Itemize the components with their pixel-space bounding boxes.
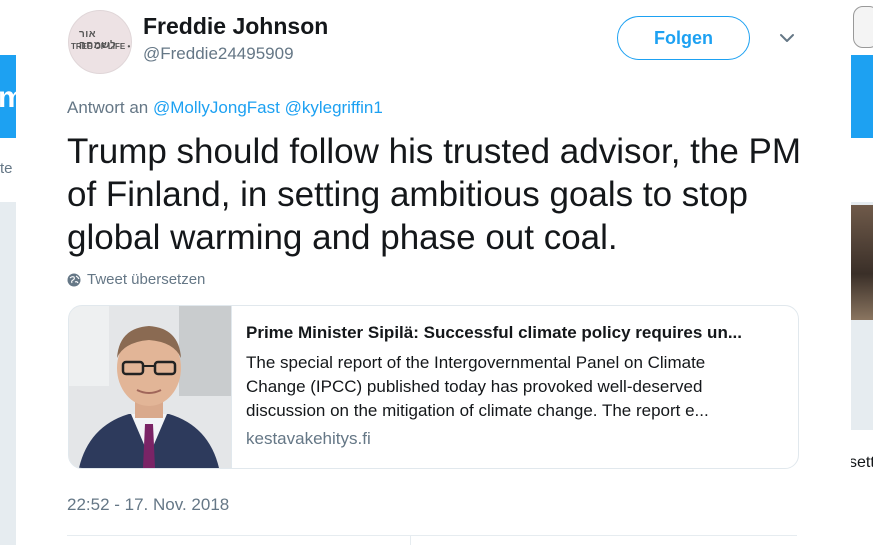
avatar-text-tree-of-life: TREE OF LIFE • [71, 42, 131, 51]
card-title: Prime Minister Sipilä: Successful climat… [246, 323, 742, 342]
card-thumbnail [69, 306, 232, 468]
translate-tweet-link[interactable]: Tweet übersetzen [67, 271, 205, 288]
background-header [0, 0, 16, 55]
divider [67, 535, 797, 536]
translate-label: Tweet übersetzen [87, 271, 206, 288]
tweet-text: Trump should follow his trusted advisor,… [67, 132, 802, 257]
card-description: The special report of the Intergovernmen… [246, 353, 709, 420]
reply-mentions[interactable]: @MollyJongFast @kylegriffin1 [153, 98, 383, 117]
card-domain: kestavakehitys.fi [246, 429, 371, 448]
reply-context: Antwort an @MollyJongFast @kylegriffin1 [67, 98, 383, 118]
background-header-right [851, 0, 873, 55]
tweet-modal: אור לשמחה TREE OF LIFE • Freddie Johnson… [16, 0, 851, 545]
tweet-timestamp[interactable]: 22:52 - 17. Nov. 2018 [67, 495, 229, 515]
background-banner-right [851, 55, 873, 138]
display-name[interactable]: Freddie Johnson [143, 13, 328, 40]
background-profile-bar-right [851, 138, 873, 202]
background-photo [851, 205, 873, 320]
follow-button[interactable]: Folgen [617, 16, 750, 60]
link-preview-card[interactable]: Prime Minister Sipilä: Successful climat… [68, 305, 799, 469]
globe-icon [67, 273, 81, 286]
background-card-text: sett [849, 454, 873, 471]
background-avatar [853, 6, 873, 48]
reply-prefix: Antwort an [67, 98, 149, 117]
background-profile-text: te [0, 160, 13, 177]
avatar[interactable]: אור לשמחה TREE OF LIFE • [68, 10, 132, 74]
background-banner: m [0, 55, 25, 138]
user-handle[interactable]: @Freddie24495909 [143, 44, 294, 64]
divider [410, 535, 411, 545]
background-card: sett [849, 430, 873, 545]
background-right: sett [849, 0, 873, 545]
background-left: m te [0, 0, 25, 545]
background-profile-bar: te [0, 138, 16, 202]
chevron-down-icon[interactable] [779, 32, 795, 44]
